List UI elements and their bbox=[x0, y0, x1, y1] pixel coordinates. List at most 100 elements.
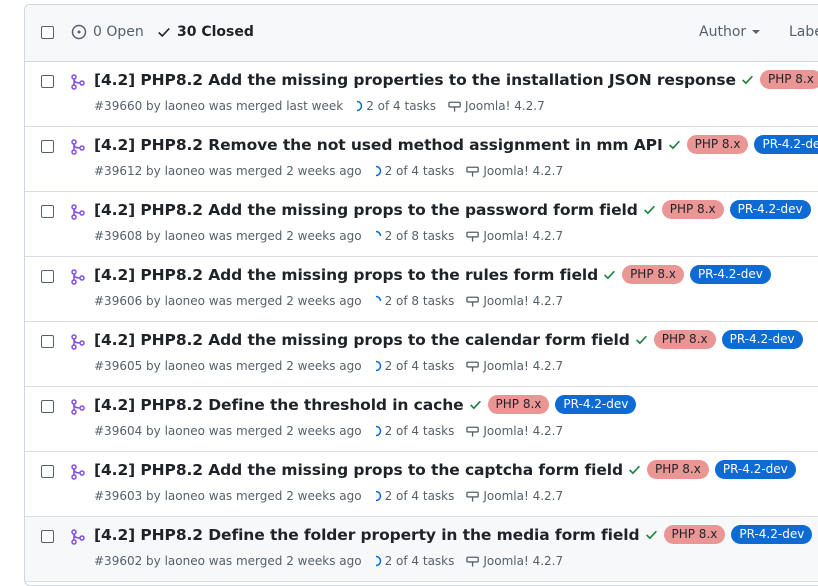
pull-request-title-link[interactable]: [4.2] PHP8.2 Add the missing props to th… bbox=[94, 201, 638, 219]
merged-icon bbox=[71, 74, 85, 90]
milestone-label: Joomla! 4.2.7 bbox=[483, 229, 564, 243]
pull-request-meta: #39604 by laoneo was merged 2 weeks ago bbox=[94, 424, 362, 438]
task-progress: 2 of 4 tasks bbox=[370, 489, 455, 503]
label-php-8x[interactable]: PHP 8.x bbox=[759, 70, 818, 89]
label-pr-4-2-dev[interactable]: PR-4.2-dev bbox=[754, 135, 818, 154]
label-pr-4-2-dev[interactable]: PR-4.2-dev bbox=[729, 200, 811, 219]
task-progress-text: 2 of 4 tasks bbox=[384, 424, 455, 438]
task-progress-text: 2 of 4 tasks bbox=[384, 489, 455, 503]
milestone-link[interactable]: Joomla! 4.2.7 bbox=[466, 294, 563, 308]
list-header: 0 Open 30 Closed Author Labe bbox=[25, 5, 818, 62]
open-filter-link[interactable]: 0 Open bbox=[71, 24, 144, 40]
label-php-8x[interactable]: PHP 8.x bbox=[646, 460, 709, 479]
row-checkbox[interactable] bbox=[41, 270, 54, 283]
milestone-icon bbox=[466, 166, 480, 177]
row-checkbox[interactable] bbox=[41, 400, 54, 413]
pull-request-title-link[interactable]: [4.2] PHP8.2 Add the missing properties … bbox=[94, 71, 736, 89]
check-status-icon[interactable] bbox=[603, 268, 616, 281]
pull-request-row: [4.2] PHP8.2 Add the missing props to th… bbox=[25, 322, 818, 387]
milestone-link[interactable]: Joomla! 4.2.7 bbox=[448, 99, 545, 113]
milestone-icon bbox=[466, 426, 480, 437]
check-icon bbox=[158, 27, 170, 38]
milestone-icon bbox=[448, 101, 461, 112]
task-progress-icon bbox=[375, 490, 381, 502]
merged-icon bbox=[71, 139, 85, 155]
task-progress: 2 of 4 tasks bbox=[370, 554, 455, 568]
task-progress-text: 2 of 8 tasks bbox=[384, 294, 455, 308]
row-checkbox[interactable] bbox=[41, 205, 54, 218]
check-status-icon[interactable] bbox=[668, 138, 681, 151]
milestone-label: Joomla! 4.2.7 bbox=[483, 294, 564, 308]
row-checkbox[interactable] bbox=[41, 75, 54, 88]
merged-icon bbox=[71, 334, 85, 350]
task-progress-icon bbox=[375, 295, 381, 302]
check-status-icon[interactable] bbox=[741, 73, 754, 86]
pull-request-title-link[interactable]: [4.2] PHP8.2 Add the missing props to th… bbox=[94, 331, 630, 349]
label-php-8x[interactable]: PHP 8.x bbox=[487, 395, 550, 414]
pull-request-row: [4.2] PHP8.2 Define the threshold in cac… bbox=[25, 387, 818, 452]
label-pr-4-2-dev[interactable]: PR-4.2-dev bbox=[714, 460, 796, 479]
task-progress: 2 of 4 tasks bbox=[370, 164, 454, 178]
label-php-8x[interactable]: PHP 8.x bbox=[686, 135, 749, 154]
pull-request-meta: #39605 by laoneo was merged 2 weeks ago bbox=[94, 359, 362, 373]
task-progress: 2 of 8 tasks bbox=[370, 294, 455, 308]
closed-filter-link[interactable]: 30 Closed bbox=[157, 24, 254, 40]
label-pr-4-2-dev[interactable]: PR-4.2-dev bbox=[721, 330, 803, 349]
milestone-label: Joomla! 4.2.7 bbox=[483, 489, 564, 503]
task-progress-text: 2 of 4 tasks bbox=[366, 99, 436, 113]
label-pr-4-2-dev[interactable]: PR-4.2-dev bbox=[731, 525, 813, 544]
select-all-checkbox[interactable] bbox=[41, 26, 54, 39]
author-filter-dropdown[interactable]: Author bbox=[699, 24, 761, 40]
milestone-label: Joomla! 4.2.7 bbox=[465, 99, 545, 113]
label-php-8x[interactable]: PHP 8.x bbox=[663, 525, 726, 544]
pull-request-title-link[interactable]: [4.2] PHP8.2 Define the threshold in cac… bbox=[94, 396, 464, 414]
milestone-icon bbox=[466, 296, 480, 307]
milestone-link[interactable]: Joomla! 4.2.7 bbox=[466, 489, 563, 503]
row-checkbox[interactable] bbox=[41, 335, 54, 348]
milestone-link[interactable]: Joomla! 4.2.7 bbox=[466, 554, 563, 568]
open-count: 0 Open bbox=[93, 24, 144, 40]
pull-request-row: [4.2] PHP8.2 Remove the not used method … bbox=[25, 127, 818, 192]
label-php-8x[interactable]: PHP 8.x bbox=[653, 330, 716, 349]
merged-icon bbox=[71, 529, 85, 545]
task-progress-text: 2 of 4 tasks bbox=[384, 554, 455, 568]
row-checkbox[interactable] bbox=[41, 465, 54, 478]
pull-request-title-link[interactable]: [4.2] PHP8.2 Add the missing props to th… bbox=[94, 266, 598, 284]
pull-request-row: [4.2] PHP8.2 Add the missing props to th… bbox=[25, 192, 818, 257]
milestone-link[interactable]: Joomla! 4.2.7 bbox=[466, 424, 563, 438]
milestone-icon bbox=[466, 231, 480, 242]
check-status-icon[interactable] bbox=[635, 333, 648, 346]
task-progress-icon bbox=[375, 555, 381, 567]
label-filter-dropdown[interactable]: Labe bbox=[789, 24, 818, 40]
milestone-label: Joomla! 4.2.7 bbox=[483, 424, 564, 438]
check-status-icon[interactable] bbox=[643, 203, 656, 216]
pull-request-meta: #39606 by laoneo was merged 2 weeks ago bbox=[94, 294, 362, 308]
task-progress-icon bbox=[375, 230, 381, 237]
task-progress: 2 of 4 tasks bbox=[351, 99, 436, 113]
row-checkbox[interactable] bbox=[41, 530, 54, 543]
pull-request-title-link[interactable]: [4.2] PHP8.2 Add the missing props to th… bbox=[94, 461, 623, 479]
milestone-link[interactable]: Joomla! 4.2.7 bbox=[466, 229, 563, 243]
task-progress-icon bbox=[375, 360, 381, 372]
pull-request-row: [4.2] PHP8.2 Define the folder property … bbox=[25, 517, 818, 582]
task-progress: 2 of 8 tasks bbox=[370, 229, 454, 243]
milestone-icon bbox=[466, 556, 480, 567]
label-php-8x[interactable]: PHP 8.x bbox=[622, 265, 684, 284]
milestone-link[interactable]: Joomla! 4.2.7 bbox=[466, 164, 563, 178]
check-status-icon[interactable] bbox=[628, 463, 641, 476]
author-filter-label: Author bbox=[699, 24, 747, 40]
label-php-8x[interactable]: PHP 8.x bbox=[661, 200, 724, 219]
milestone-label: Joomla! 4.2.7 bbox=[483, 359, 564, 373]
pull-request-meta: #39603 by laoneo was merged 2 weeks ago bbox=[94, 489, 362, 503]
pull-request-meta: #39612 by laoneo was merged 2 weeks ago bbox=[94, 164, 362, 178]
label-pr-4-2-dev[interactable]: PR-4.2-dev bbox=[555, 395, 637, 414]
check-status-icon[interactable] bbox=[469, 398, 482, 411]
merged-icon bbox=[71, 464, 85, 480]
pull-request-title-link[interactable]: [4.2] PHP8.2 Define the folder property … bbox=[94, 526, 640, 544]
milestone-link[interactable]: Joomla! 4.2.7 bbox=[466, 359, 563, 373]
row-checkbox[interactable] bbox=[41, 140, 54, 153]
label-pr-4-2-dev[interactable]: PR-4.2-dev bbox=[689, 265, 771, 284]
check-status-icon[interactable] bbox=[645, 528, 658, 541]
pull-request-title-link[interactable]: [4.2] PHP8.2 Remove the not used method … bbox=[94, 136, 663, 154]
task-progress: 2 of 4 tasks bbox=[370, 359, 454, 373]
